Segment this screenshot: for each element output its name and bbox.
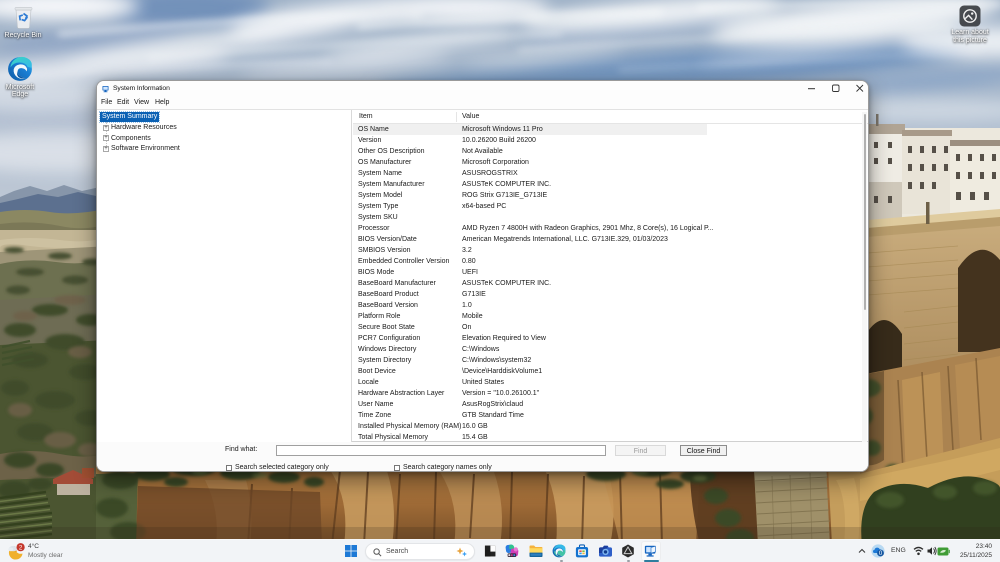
- svg-text:2: 2: [19, 544, 23, 551]
